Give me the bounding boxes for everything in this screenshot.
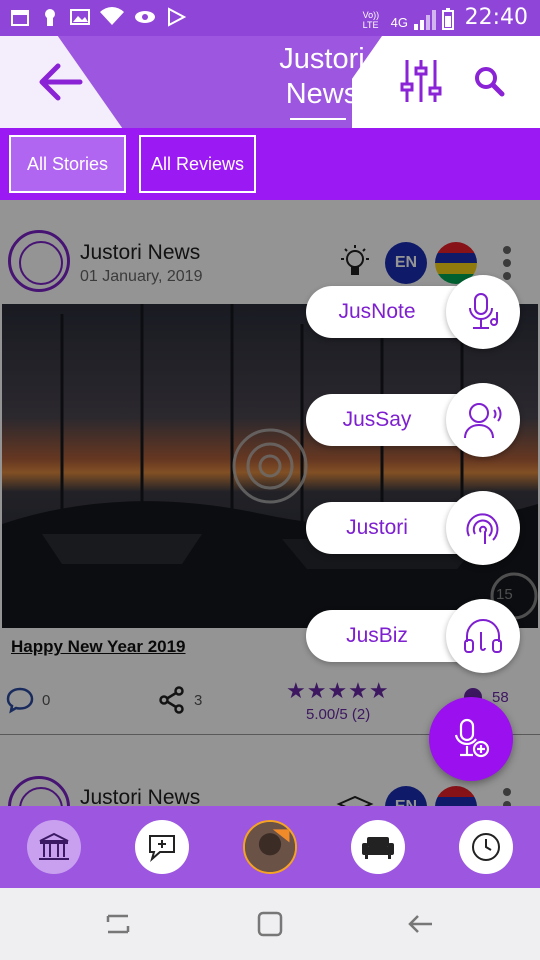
equalizer-icon [400,60,442,102]
clock-icon [472,833,500,861]
title-underline [290,118,346,120]
tab-all-reviews[interactable]: All Reviews [139,135,256,193]
search-button[interactable] [470,62,510,102]
microphone-add-icon [454,718,490,758]
back-button[interactable] [36,60,84,104]
menu-button-jusbiz[interactable] [446,599,520,673]
chat-add-icon [149,835,175,862]
system-navigation-bar [0,888,540,960]
home-icon[interactable] [256,910,284,938]
page-title-line2: News [285,78,359,110]
network-label: 4G [390,15,408,30]
nav-home[interactable] [27,820,81,874]
keyhole-icon [45,9,55,26]
volte-label: Vo)) LTE [362,10,380,30]
wifi-icon [100,7,124,26]
filter-tabs: All Stories All Reviews [0,128,540,200]
app-header: Justori News [0,36,540,128]
calendar-icon [11,10,29,26]
tab-all-stories[interactable]: All Stories [9,135,126,193]
menu-button-jussay[interactable] [446,383,520,457]
signal-icon [414,10,436,30]
status-icons [10,7,186,27]
search-icon [475,67,505,97]
battery-icon [442,8,454,30]
signal-indicators: Vo)) LTE 4G [363,8,454,30]
speaking-person-icon [464,403,502,439]
headset-icon [464,619,502,653]
nav-lounge[interactable] [351,820,405,874]
filter-button[interactable] [400,58,442,104]
page-title: Justori News [262,42,382,112]
recent-apps-icon[interactable] [104,910,132,938]
image-icon [70,9,90,25]
nav-chat[interactable] [135,820,189,874]
profile-avatar[interactable] [243,820,297,874]
back-arrow-icon [39,63,83,101]
menu-button-justori[interactable] [446,491,520,565]
add-recording-fab[interactable] [429,697,513,781]
play-store-icon [168,7,186,27]
menu-button-jusnote[interactable] [446,275,520,349]
microphone-note-icon [469,293,498,329]
sofa-icon [362,837,394,859]
page-title-line1: Justori [279,43,365,75]
clock: 22:40 [464,5,528,30]
justori-logo-icon [466,513,499,544]
profile-photo [245,822,295,872]
museum-icon [39,832,69,860]
status-bar: Vo)) LTE 4G 22:40 [0,0,540,36]
nav-history[interactable] [459,820,513,874]
eye-icon [135,11,155,23]
back-icon[interactable] [406,910,434,938]
bottom-navigation [0,806,540,888]
